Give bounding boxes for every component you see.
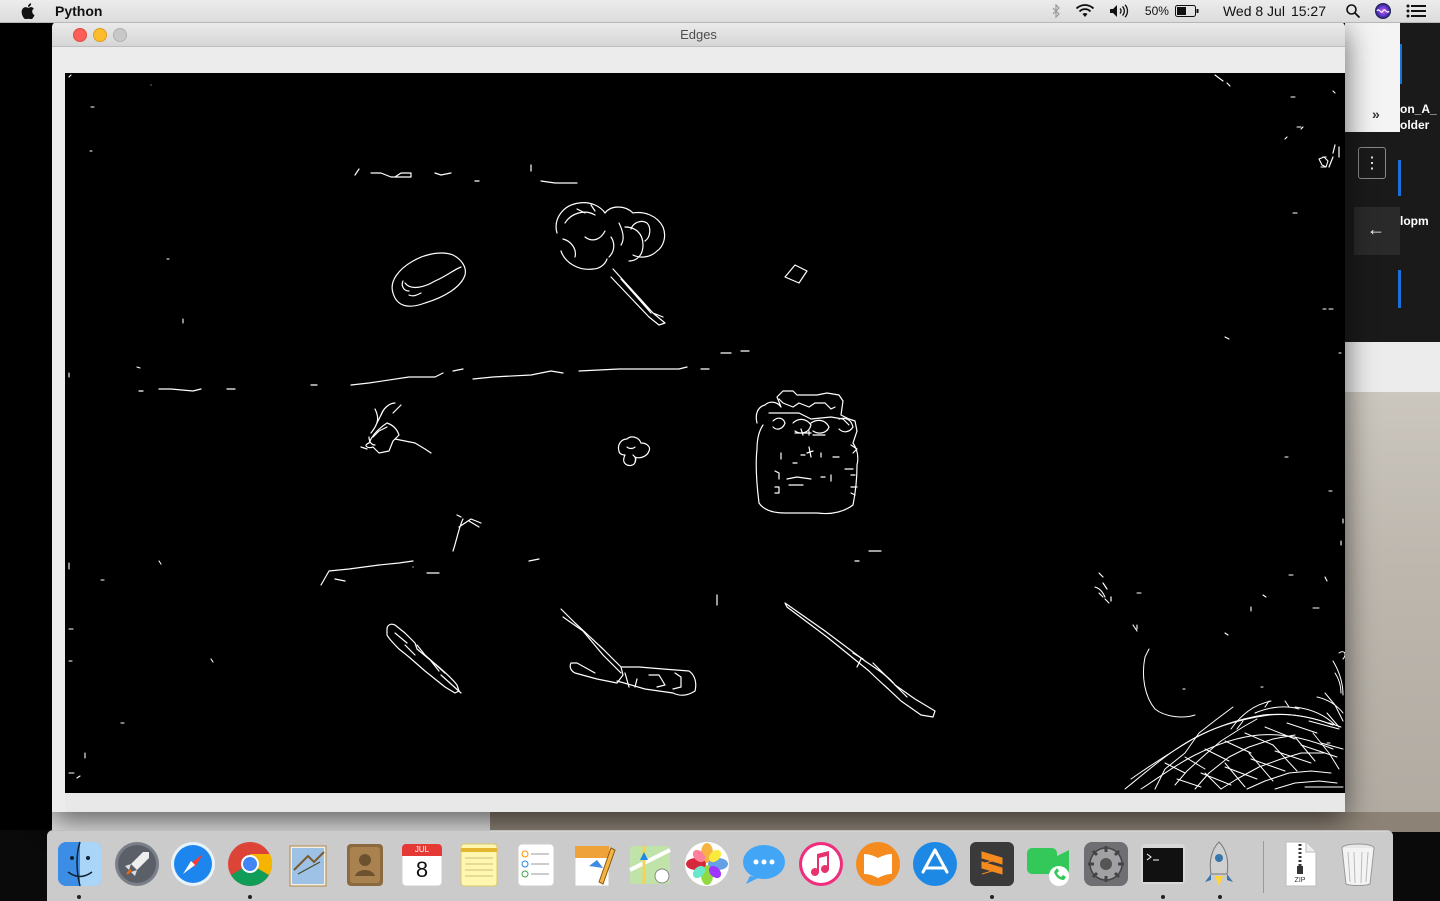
edges-window: Edges: [52, 22, 1345, 812]
notes-icon[interactable]: [455, 840, 503, 888]
edge-screwdriver-outline-2: [560, 608, 697, 696]
edge-noise-specks: [68, 74, 1344, 779]
mail-icon[interactable]: [284, 840, 332, 888]
calendar-icon[interactable]: JUL 8: [398, 840, 446, 888]
safari-icon[interactable]: [169, 840, 217, 888]
edge-right-fragments: [1098, 144, 1340, 602]
edge-twig-outline: [452, 514, 482, 552]
sublime-text-icon[interactable]: [968, 840, 1016, 888]
wifi-icon[interactable]: [1075, 4, 1095, 18]
menubar-date[interactable]: Wed 8 Jul: [1223, 3, 1285, 19]
edge-basket-mesh: [1124, 648, 1345, 790]
edge-remote-outline: [755, 390, 859, 515]
bookmarks-chevron[interactable]: »: [1372, 106, 1380, 122]
background-window-bottom: [52, 812, 490, 830]
battery-icon[interactable]: [1174, 5, 1199, 17]
more-options-button[interactable]: ⋮: [1358, 147, 1386, 179]
reminders-icon[interactable]: [512, 840, 560, 888]
window-status-area: [65, 793, 1345, 812]
back-button[interactable]: ←: [1354, 207, 1400, 255]
background-window-strip: [1345, 342, 1440, 392]
chrome-icon[interactable]: [226, 840, 274, 888]
maps-icon[interactable]: [626, 840, 674, 888]
dock-separator: [1263, 841, 1264, 893]
background-photo-bottom: [490, 812, 1440, 832]
edge-screwdriver-outline: [386, 623, 462, 694]
volume-icon[interactable]: [1109, 4, 1131, 18]
dock: JUL 8 ZIP: [47, 830, 1393, 901]
window-titlebar[interactable]: Edges: [52, 22, 1345, 47]
edge-clip-outline: [784, 264, 808, 284]
notification-center-icon[interactable]: [1406, 4, 1426, 18]
terminal-icon[interactable]: [1139, 840, 1187, 888]
ibooks-icon[interactable]: [854, 840, 902, 888]
photos-icon[interactable]: [683, 840, 731, 888]
apple-icon[interactable]: [21, 3, 35, 19]
menubar-time[interactable]: 15:27: [1291, 3, 1326, 19]
calendar-month: JUL: [414, 845, 430, 854]
contacts-icon[interactable]: [341, 840, 389, 888]
siri-icon[interactable]: [1374, 2, 1392, 20]
app-store-icon[interactable]: [911, 840, 959, 888]
edge-table-line: [138, 350, 750, 392]
calendar-day: 8: [415, 857, 429, 882]
edge-rod-outline: [784, 602, 936, 718]
edge-key-outline: [555, 202, 666, 326]
edge-stone-outline: [391, 252, 466, 307]
spotlight-icon[interactable]: [1346, 4, 1360, 18]
desktop-background-left: [0, 22, 52, 830]
edge-top-lines: [354, 164, 578, 184]
edge-pebble-outline: [617, 436, 651, 467]
app-name-menu[interactable]: Python: [55, 3, 102, 19]
zip-archive-icon[interactable]: ZIP: [1276, 840, 1324, 888]
messages-icon[interactable]: [740, 840, 788, 888]
background-folder-text: on_A_: [1400, 102, 1437, 116]
finder-icon[interactable]: [56, 840, 104, 888]
edge-debris-outline: [360, 402, 432, 454]
edge-lower-lines: [320, 550, 882, 606]
zip-label: ZIP: [1294, 877, 1306, 884]
background-folder-text: older: [1400, 118, 1430, 132]
trash-icon[interactable]: [1334, 840, 1382, 888]
system-preferences-icon[interactable]: [1082, 840, 1130, 888]
itunes-icon[interactable]: [797, 840, 845, 888]
window-toolbar-area: [52, 47, 1345, 72]
background-item-text: lopm: [1400, 214, 1429, 228]
window-title: Edges: [680, 27, 717, 42]
battery-percent[interactable]: 50%: [1145, 4, 1169, 18]
background-photo: [1345, 392, 1440, 830]
back-arrow-icon: ←: [1367, 219, 1385, 239]
vertical-dots-icon: ⋮: [1364, 155, 1380, 172]
menu-bar: Python 50% Wed 8 Jul 15:27: [0, 0, 1440, 23]
bluetooth-icon[interactable]: [1051, 4, 1061, 18]
launchpad-icon[interactable]: [113, 840, 161, 888]
facetime-icon[interactable]: [1025, 840, 1073, 888]
pages-icon[interactable]: [569, 840, 617, 888]
python-rocket-icon[interactable]: [1195, 840, 1243, 888]
edge-detection-image: [65, 73, 1345, 793]
